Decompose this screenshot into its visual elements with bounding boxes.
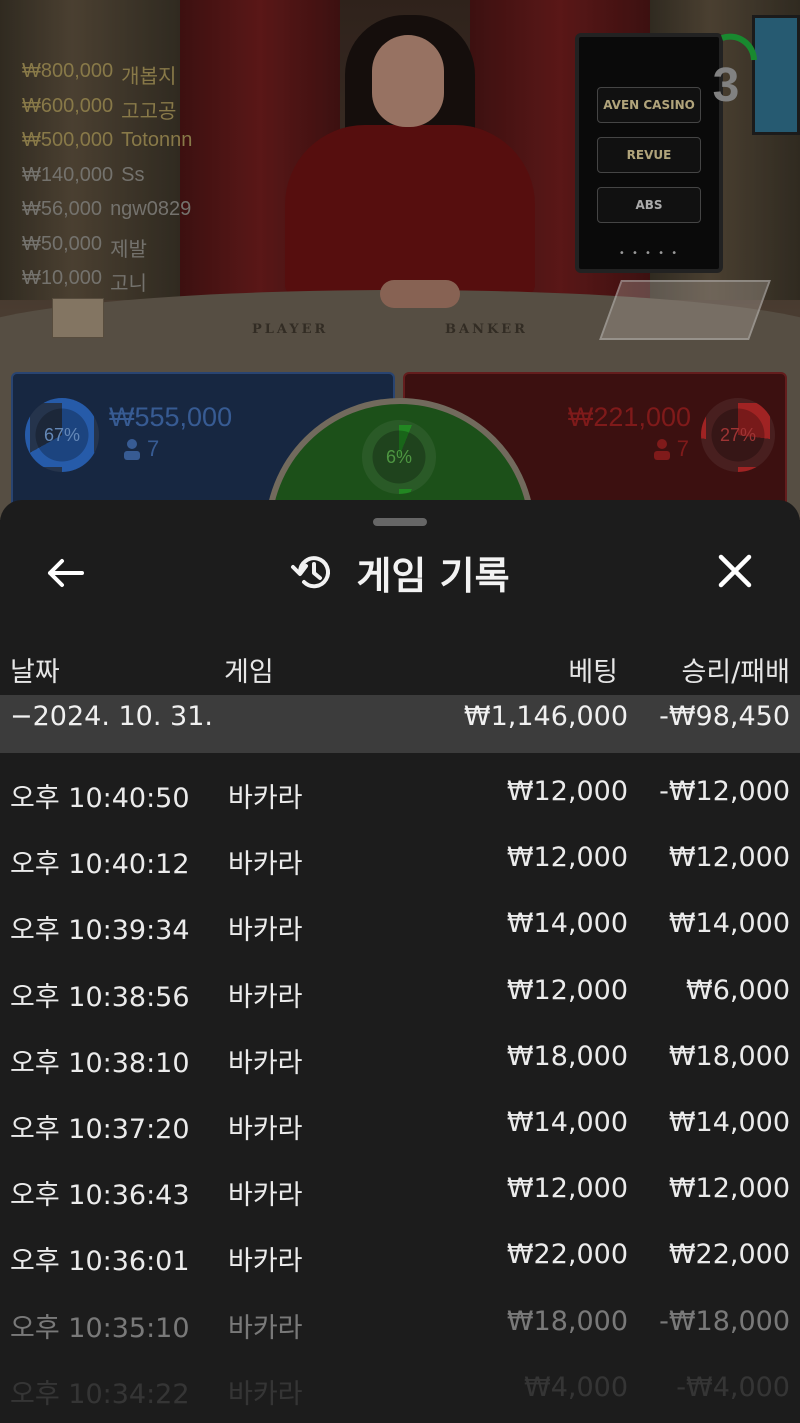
row-time: 오후 10:39:34 (10, 915, 190, 947)
row-time: 오후 10:36:43 (10, 1180, 190, 1212)
row-game: 바카라 (228, 1378, 303, 1410)
date-group-row[interactable]: −2024. 10. 31. ₩1,146,000 -₩98,450 (0, 695, 800, 753)
page-title: 게임 기록 (356, 553, 510, 598)
column-header-result: 승리/패배 (681, 657, 790, 688)
row-game: 바카라 (228, 1246, 303, 1278)
column-header-game: 게임 (224, 657, 274, 688)
table-row[interactable]: 오후 10:36:43 바카라 ₩12,000 ₩12,000 (0, 1157, 800, 1223)
row-time: 오후 10:37:20 (10, 1113, 190, 1145)
date-group-label: −2024. 10. 31. (10, 701, 213, 732)
row-bet: ₩18,000 (506, 1040, 628, 1072)
row-time: 오후 10:38:56 (10, 981, 190, 1013)
row-bet: ₩12,000 (506, 776, 628, 807)
table-row[interactable]: 오후 10:38:10 바카라 ₩18,000 ₩18,000 (0, 1025, 800, 1091)
row-bet: ₩14,000 (506, 1106, 628, 1138)
row-result: -₩4,000 (676, 1371, 790, 1403)
row-result: ₩12,000 (668, 1173, 790, 1205)
date-group-result-total: -₩98,450 (659, 701, 790, 732)
close-icon (718, 554, 752, 588)
row-bet: ₩4,000 (524, 1371, 628, 1403)
row-game: 바카라 (228, 981, 303, 1013)
row-time: 오후 10:35:10 (10, 1312, 190, 1344)
table-header: 날짜 게임 베팅 승리/패배 (0, 640, 800, 694)
table-row[interactable]: 오후 10:40:50 바카라 ₩12,000 -₩12,000 (0, 760, 800, 826)
row-time: 오후 10:40:12 (10, 849, 190, 881)
row-time: 오후 10:36:01 (10, 1246, 190, 1278)
row-game: 바카라 (228, 1047, 303, 1079)
row-result: ₩18,000 (668, 1040, 790, 1072)
row-time: 오후 10:38:10 (10, 1047, 190, 1079)
table-row[interactable]: 오후 10:39:34 바카라 ₩14,000 ₩14,000 (0, 892, 800, 958)
history-list: 오후 10:40:50 바카라 ₩12,000 -₩12,000 오후 10:4… (0, 760, 800, 1422)
row-game: 바카라 (228, 1312, 303, 1344)
row-time: 오후 10:40:50 (10, 783, 190, 814)
row-game: 바카라 (228, 915, 303, 947)
sheet-drag-handle[interactable] (373, 518, 427, 526)
table-row[interactable]: 오후 10:35:10 바카라 ₩18,000 -₩18,000 (0, 1290, 800, 1356)
column-header-bet: 베팅 (568, 657, 618, 688)
row-bet: ₩12,000 (506, 974, 628, 1006)
row-result: -₩12,000 (659, 776, 790, 807)
row-result: -₩18,000 (659, 1305, 790, 1337)
row-result: ₩14,000 (668, 908, 790, 940)
row-time: 오후 10:34:22 (10, 1378, 190, 1410)
game-history-sheet: 게임 기록 날짜 게임 베팅 승리/패배 −2024. 10. 31. ₩1,1… (0, 500, 800, 1423)
row-bet: ₩12,000 (506, 1173, 628, 1205)
background-dim-overlay (0, 0, 800, 520)
table-row[interactable]: 오후 10:34:22 바카라 ₩4,000 -₩4,000 (0, 1356, 800, 1422)
row-game: 바카라 (228, 1113, 303, 1145)
close-button[interactable] (710, 546, 760, 596)
table-row[interactable]: 오후 10:36:01 바카라 ₩22,000 ₩22,000 (0, 1223, 800, 1289)
row-result: ₩14,000 (668, 1106, 790, 1138)
row-bet: ₩18,000 (506, 1305, 628, 1337)
row-bet: ₩14,000 (506, 908, 628, 940)
date-group-bet-total: ₩1,146,000 (463, 701, 628, 732)
history-icon (291, 556, 331, 589)
row-result: ₩6,000 (686, 974, 790, 1006)
row-game: 바카라 (228, 849, 303, 881)
table-row[interactable]: 오후 10:40:12 바카라 ₩12,000 ₩12,000 (0, 826, 800, 892)
row-game: 바카라 (228, 783, 303, 814)
row-result: ₩22,000 (668, 1239, 790, 1271)
row-bet: ₩22,000 (506, 1239, 628, 1271)
sheet-header: 게임 기록 (0, 542, 800, 602)
row-game: 바카라 (228, 1180, 303, 1212)
table-row[interactable]: 오후 10:37:20 바카라 ₩14,000 ₩14,000 (0, 1091, 800, 1157)
row-bet: ₩12,000 (506, 842, 628, 874)
column-header-date: 날짜 (10, 657, 60, 688)
table-row[interactable]: 오후 10:38:56 바카라 ₩12,000 ₩6,000 (0, 959, 800, 1025)
row-result: ₩12,000 (668, 842, 790, 874)
